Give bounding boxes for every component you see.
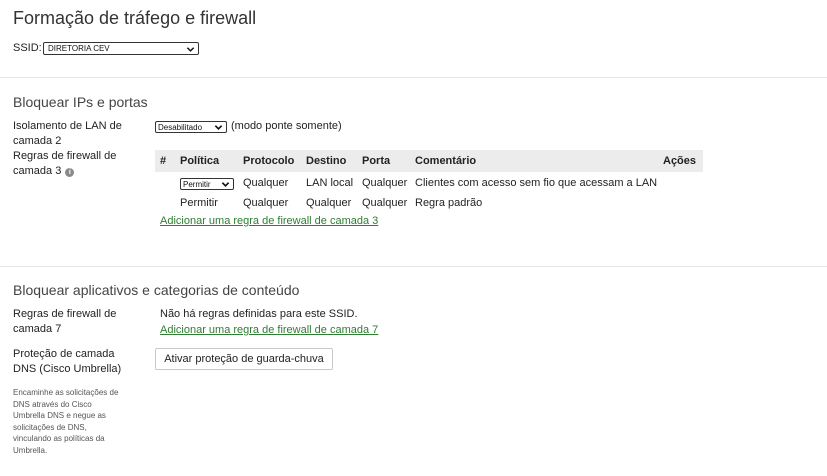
row-port: Qualquer: [362, 197, 408, 209]
l7-rules-label: Regras de firewall de camada 7: [13, 308, 117, 335]
section-title-block-ips: Bloquear IPs e portas: [13, 94, 148, 110]
row-comment: Regra padrão: [415, 197, 483, 209]
ssid-select[interactable]: DIRETORIA CEV: [43, 42, 199, 55]
page-title: Formação de tráfego e firewall: [13, 8, 257, 28]
row-destination: LAN local: [306, 177, 354, 189]
lan-isolation-select-value: Desabilitado: [158, 123, 203, 132]
row-protocol: Qualquer: [243, 197, 289, 209]
chevron-down-icon: [186, 47, 195, 52]
row-destination: Qualquer: [306, 197, 352, 209]
section-divider: [0, 266, 827, 267]
l3-rules-label: Regras de firewall de camada 3i: [13, 149, 138, 179]
chevron-down-icon: [221, 182, 230, 187]
section-title-block-apps: Bloquear aplicativos e categorias de con…: [13, 282, 300, 298]
column-header-port: Porta: [362, 155, 391, 167]
l7-rules-empty-text: Não há regras definidas para este SSID.: [160, 308, 358, 320]
row-policy-select-value: Permitir: [183, 180, 211, 189]
column-header-protocol: Protocolo: [243, 155, 295, 167]
lan-isolation-select[interactable]: Desabilitado: [155, 121, 227, 133]
column-header-actions: Ações: [663, 155, 697, 167]
ssid-select-value: DIRETORIA CEV: [48, 44, 110, 53]
column-header-destination: Destino: [306, 155, 347, 167]
add-l7-rule-link[interactable]: Adicionar uma regra de firewall de camad…: [160, 324, 378, 336]
row-comment: Clientes com acesso sem fio que acessam …: [415, 177, 658, 189]
info-icon[interactable]: i: [65, 168, 75, 177]
dns-protection-label: Proteção de camada DNS (Cisco Umbrella): [13, 348, 122, 375]
section-divider: [0, 77, 827, 78]
enable-umbrella-button[interactable]: Ativar proteção de guarda-chuva: [155, 348, 333, 370]
row-policy: Permitir: [180, 197, 218, 209]
column-header-comment: Comentário: [415, 155, 477, 167]
dns-help-text: Encaminhe as solicitações de DNS através…: [13, 388, 119, 455]
row-port: Qualquer: [362, 177, 408, 189]
chevron-down-icon: [214, 125, 223, 130]
l3-rules-table-header: # Política Protocolo Destino Porta Comen…: [155, 150, 703, 172]
row-policy-select[interactable]: Permitir: [180, 178, 234, 190]
row-protocol: Qualquer: [243, 177, 289, 189]
add-l3-rule-link[interactable]: Adicionar uma regra de firewall de camad…: [160, 215, 378, 227]
lan-isolation-note: (modo ponte somente): [231, 120, 342, 132]
ssid-label: SSID:: [13, 42, 42, 54]
column-header-policy: Política: [180, 155, 220, 167]
column-header-number: #: [160, 155, 167, 167]
lan-isolation-label: Isolamento de LAN de camada 2: [13, 120, 122, 147]
